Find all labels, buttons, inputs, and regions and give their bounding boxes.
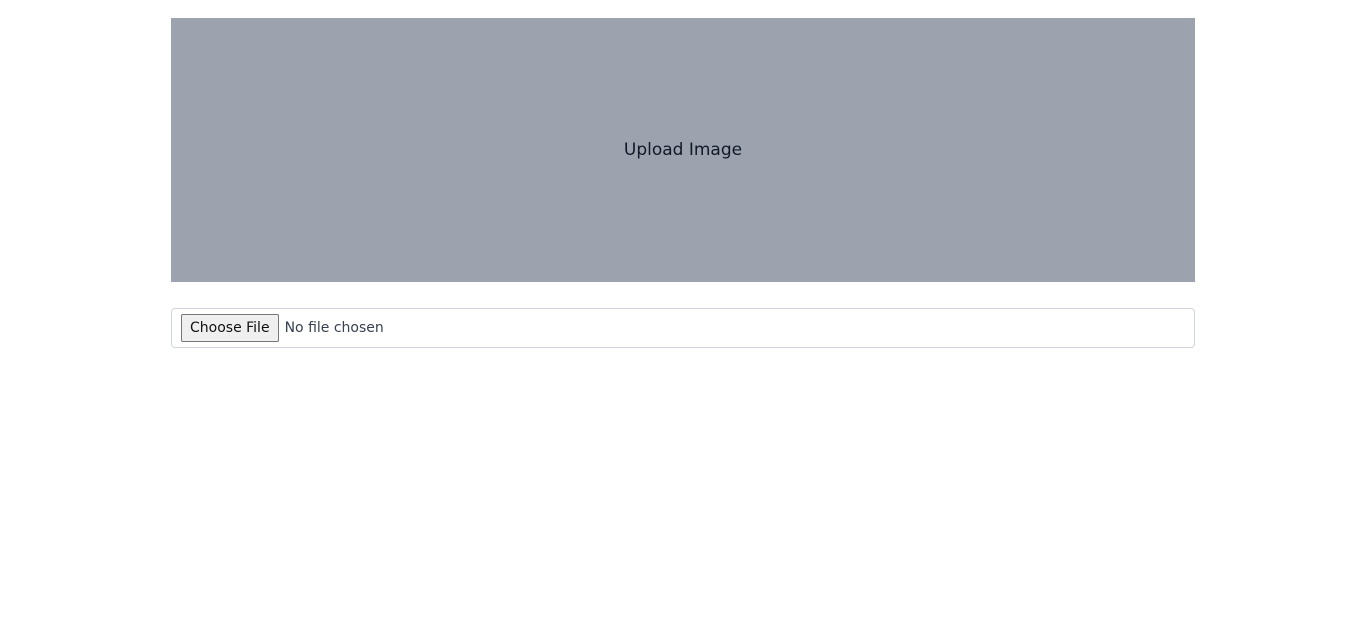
upload-container: Upload Image Choose File No file chosen <box>171 18 1195 348</box>
file-input[interactable]: Choose File No file chosen <box>171 308 1195 348</box>
image-preview-area: Upload Image <box>171 18 1195 282</box>
file-status-text: No file chosen <box>284 320 384 336</box>
choose-file-button[interactable]: Choose File <box>181 314 279 342</box>
preview-label: Upload Image <box>623 140 743 160</box>
